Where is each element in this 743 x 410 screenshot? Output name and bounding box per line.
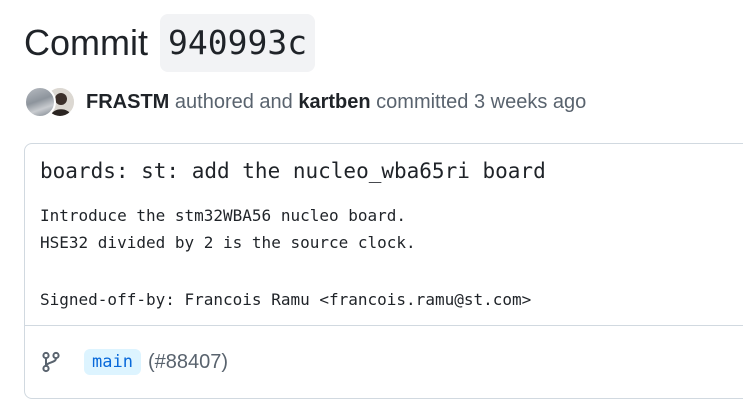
commit-sha[interactable]: 940993c: [160, 14, 316, 72]
commit-body-line: HSE32 divided by 2 is the source clock.: [40, 233, 416, 252]
signed-off-line: Signed-off-by: Francois Ramu <francois.r…: [40, 290, 532, 309]
commit-body-line: Introduce the stm32WBA56 nucleo board.: [40, 206, 407, 225]
branch-link[interactable]: main: [84, 349, 141, 375]
commit-headline: boards: st: add the nucleo_wba65ri board: [40, 159, 546, 183]
commit-message: boards: st: add the nucleo_wba65ri board…: [25, 144, 743, 325]
page-title: Commit: [24, 22, 148, 63]
avatar-stack[interactable]: [24, 86, 76, 118]
commit-time[interactable]: 3 weeks ago: [474, 91, 586, 114]
author-link[interactable]: FRASTM: [86, 91, 169, 114]
commit-meta: FRASTM authored and kartben committed 3 …: [24, 86, 586, 118]
commit-title: Commit 940993c: [24, 14, 316, 72]
author-avatar[interactable]: [24, 86, 56, 118]
commit-message-card: boards: st: add the nucleo_wba65ri board…: [24, 143, 743, 399]
committer-link[interactable]: kartben: [298, 91, 370, 114]
commit-footer: main (#88407): [25, 326, 743, 398]
authored-text: authored and: [174, 90, 293, 113]
git-branch-icon: [40, 351, 62, 373]
committed-text: committed: [376, 90, 469, 113]
pull-request-link[interactable]: (#88407): [148, 351, 228, 374]
